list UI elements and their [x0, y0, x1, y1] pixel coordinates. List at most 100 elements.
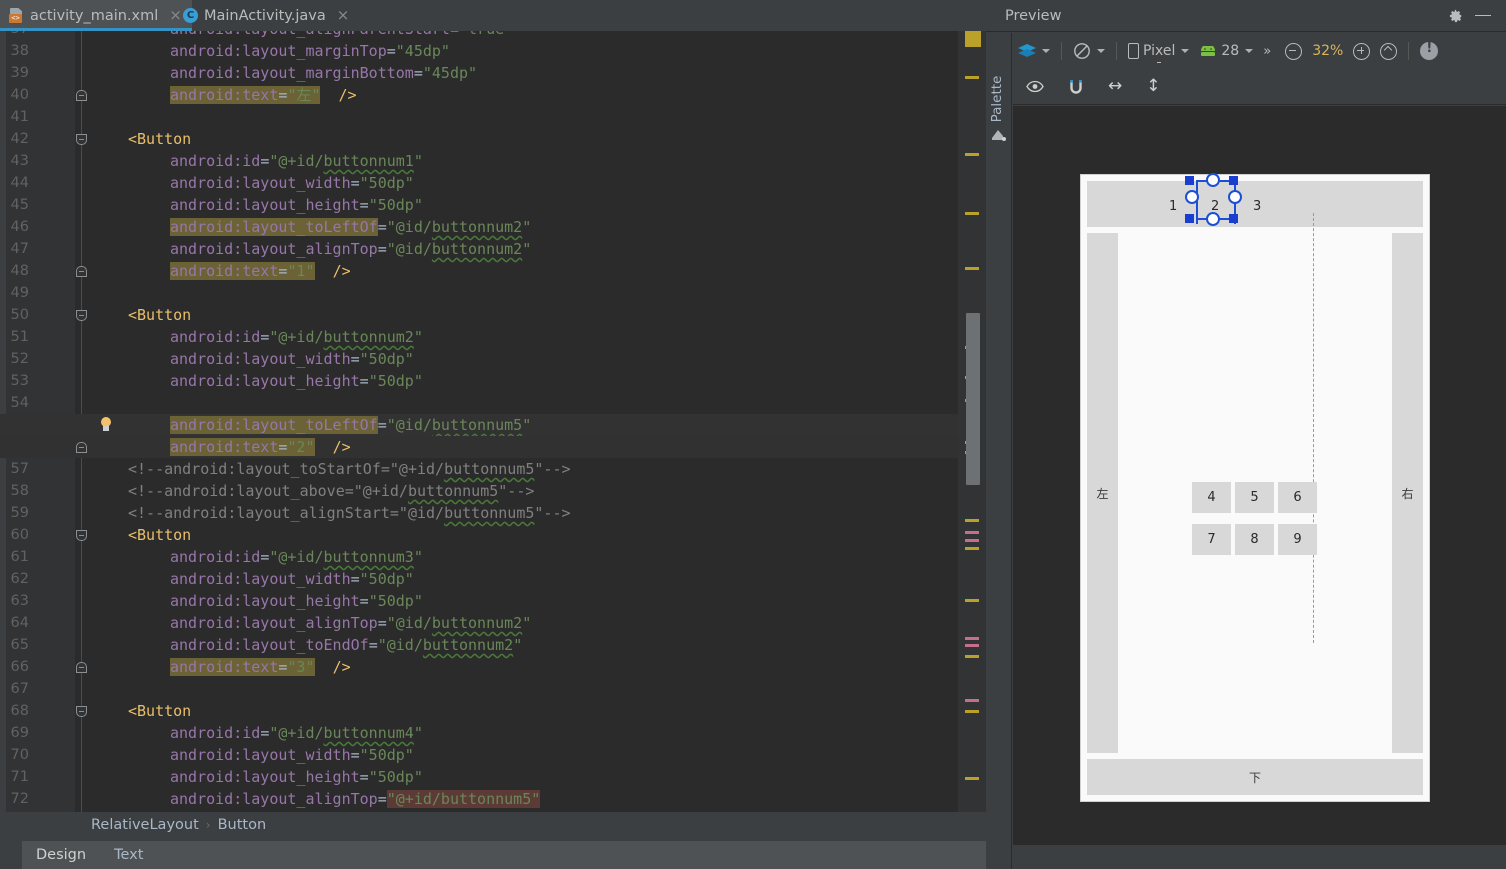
- palette-tab-label[interactable]: Palette: [989, 64, 1005, 134]
- lightbulb-icon[interactable]: [99, 417, 113, 433]
- button-num4[interactable]: 4: [1192, 482, 1231, 513]
- minimize-button[interactable]: [1470, 2, 1498, 30]
- code-line[interactable]: android:layout_height="50dp": [0, 590, 986, 612]
- tab-activity-main-xml[interactable]: <> activity_main.xml ×: [0, 0, 192, 31]
- marker[interactable]: [965, 267, 979, 270]
- editor-marker-bar[interactable]: [958, 31, 986, 812]
- button-num3[interactable]: 3: [1253, 199, 1261, 214]
- constraint-anchor-left[interactable]: [1185, 190, 1199, 204]
- marker[interactable]: [965, 599, 979, 602]
- code-line[interactable]: <Button: [0, 304, 986, 326]
- marker[interactable]: [965, 777, 979, 780]
- issues-button[interactable]: [1415, 38, 1443, 64]
- settings-button[interactable]: [1442, 2, 1470, 30]
- fold-toggle[interactable]: [76, 266, 87, 277]
- code-line[interactable]: android:layout_toLeftOf="@id/buttonnum5": [0, 414, 986, 436]
- marker[interactable]: [965, 153, 979, 156]
- marker[interactable]: [965, 519, 979, 522]
- fold-toggle[interactable]: [76, 442, 87, 453]
- fold-toggle[interactable]: [76, 530, 87, 541]
- code-line[interactable]: android:layout_alignTop="@+id/buttonnum5…: [0, 788, 986, 810]
- marker-box[interactable]: [965, 31, 981, 47]
- toggle-visibility-button[interactable]: [1021, 74, 1049, 100]
- code-line[interactable]: <!--android:layout_above="@+id/buttonnum…: [0, 480, 986, 502]
- code-line[interactable]: android:text="2" />: [0, 436, 986, 458]
- code-editor[interactable]: 3738394041424344454647484950515253545556…: [0, 31, 986, 812]
- design-canvas[interactable]: 左 右 下 1 2 3 4 5 6 7 8 9: [1013, 106, 1506, 845]
- code-line[interactable]: android:layout_height="50dp": [0, 370, 986, 392]
- toolbar-overflow-button[interactable]: »: [1258, 38, 1275, 64]
- breadcrumb-child[interactable]: Button: [218, 817, 267, 833]
- fold-toggle[interactable]: [76, 310, 87, 321]
- right-button[interactable]: 右: [1392, 233, 1423, 753]
- marker-error[interactable]: [965, 637, 979, 640]
- marker-error[interactable]: [965, 539, 979, 542]
- height-constraint-button[interactable]: ↕: [1141, 74, 1165, 100]
- device-preview[interactable]: 左 右 下 1 2 3 4 5 6 7 8 9: [1080, 174, 1430, 802]
- tab-design[interactable]: Design: [22, 841, 101, 869]
- code-line[interactable]: <Button: [0, 700, 986, 722]
- tab-text[interactable]: Text: [100, 841, 158, 869]
- code-line[interactable]: android:layout_width="50dp": [0, 348, 986, 370]
- marker-error[interactable]: [965, 531, 979, 534]
- fold-toggle[interactable]: [76, 90, 87, 101]
- device-selector[interactable]: Pixel: [1123, 38, 1194, 64]
- code-line[interactable]: android:text="1" />: [0, 260, 986, 282]
- zoom-in-button[interactable]: [1348, 38, 1375, 64]
- layers-dropdown[interactable]: [1013, 38, 1055, 64]
- tab-main-activity-java[interactable]: C MainActivity.java ×: [174, 0, 359, 31]
- width-constraint-button[interactable]: ↔: [1103, 74, 1127, 100]
- marker-error[interactable]: [965, 644, 979, 647]
- zoom-to-fit-button[interactable]: [1375, 38, 1402, 64]
- code-line[interactable]: android:text="左" />: [0, 84, 986, 106]
- code-line[interactable]: android:layout_marginTop="45dp": [0, 40, 986, 62]
- marker-error[interactable]: [965, 699, 979, 702]
- button-num1[interactable]: 1: [1169, 199, 1177, 214]
- left-button[interactable]: 左: [1087, 233, 1118, 753]
- code-line[interactable]: android:layout_alignTop="@id/buttonnum2": [0, 612, 986, 634]
- code-line[interactable]: [0, 282, 986, 304]
- code-line[interactable]: android:layout_marginBottom="45dp": [0, 62, 986, 84]
- code-line[interactable]: [0, 106, 986, 128]
- marker[interactable]: [965, 655, 979, 658]
- breadcrumb-parent[interactable]: RelativeLayout: [91, 817, 199, 833]
- api-selector[interactable]: 28: [1194, 38, 1258, 64]
- code-line[interactable]: android:layout_alignTop="@id/buttonnum2": [0, 238, 986, 260]
- fold-toggle[interactable]: [76, 662, 87, 673]
- code-line[interactable]: android:layout_width="50dp": [0, 744, 986, 766]
- constraint-anchor-bottom[interactable]: [1206, 212, 1220, 226]
- orientation-dropdown[interactable]: [1068, 38, 1110, 64]
- zoom-out-button[interactable]: [1280, 38, 1307, 64]
- button-num5[interactable]: 5: [1235, 482, 1274, 513]
- code-line[interactable]: android:layout_height="50dp": [0, 194, 986, 216]
- marker[interactable]: [965, 547, 979, 550]
- code-line[interactable]: [0, 392, 986, 414]
- code-line[interactable]: <!--android:layout_toStartOf="@+id/butto…: [0, 458, 986, 480]
- button-num7[interactable]: 7: [1192, 524, 1231, 555]
- code-line[interactable]: android:layout_toLeftOf="@id/buttonnum2": [0, 216, 986, 238]
- button-num9[interactable]: 9: [1278, 524, 1317, 555]
- code-line[interactable]: android:id="@+id/buttonnum4": [0, 722, 986, 744]
- code-line[interactable]: android:id="@+id/buttonnum1": [0, 150, 986, 172]
- resize-handle-top-right[interactable]: [1229, 176, 1238, 185]
- marker[interactable]: [965, 212, 979, 215]
- toggle-snap-button[interactable]: [1063, 74, 1089, 100]
- code-line[interactable]: android:layout_toEndOf="@id/buttonnum2": [0, 634, 986, 656]
- code-line[interactable]: <Button: [0, 128, 986, 150]
- resize-handle-bottom-left[interactable]: [1185, 214, 1194, 223]
- bottom-button[interactable]: 下: [1087, 759, 1423, 795]
- code-line[interactable]: android:id="@+id/buttonnum2": [0, 326, 986, 348]
- button-num6[interactable]: 6: [1278, 482, 1317, 513]
- resize-handle-bottom-right[interactable]: [1229, 214, 1238, 223]
- code-line[interactable]: android:layout_width="50dp": [0, 568, 986, 590]
- constraint-anchor-right[interactable]: [1228, 190, 1242, 204]
- palette-rail[interactable]: Palette: [986, 33, 1012, 869]
- button-num8[interactable]: 8: [1235, 524, 1274, 555]
- code-line[interactable]: <!--android:layout_alignStart="@id/butto…: [0, 502, 986, 524]
- code-line[interactable]: android:text="3" />: [0, 656, 986, 678]
- code-line[interactable]: android:layout_height="50dp": [0, 766, 986, 788]
- constraint-anchor-top[interactable]: [1206, 173, 1220, 187]
- code-line[interactable]: [0, 678, 986, 700]
- resize-handle-top-left[interactable]: [1185, 176, 1194, 185]
- code-line[interactable]: android:id="@+id/buttonnum3": [0, 546, 986, 568]
